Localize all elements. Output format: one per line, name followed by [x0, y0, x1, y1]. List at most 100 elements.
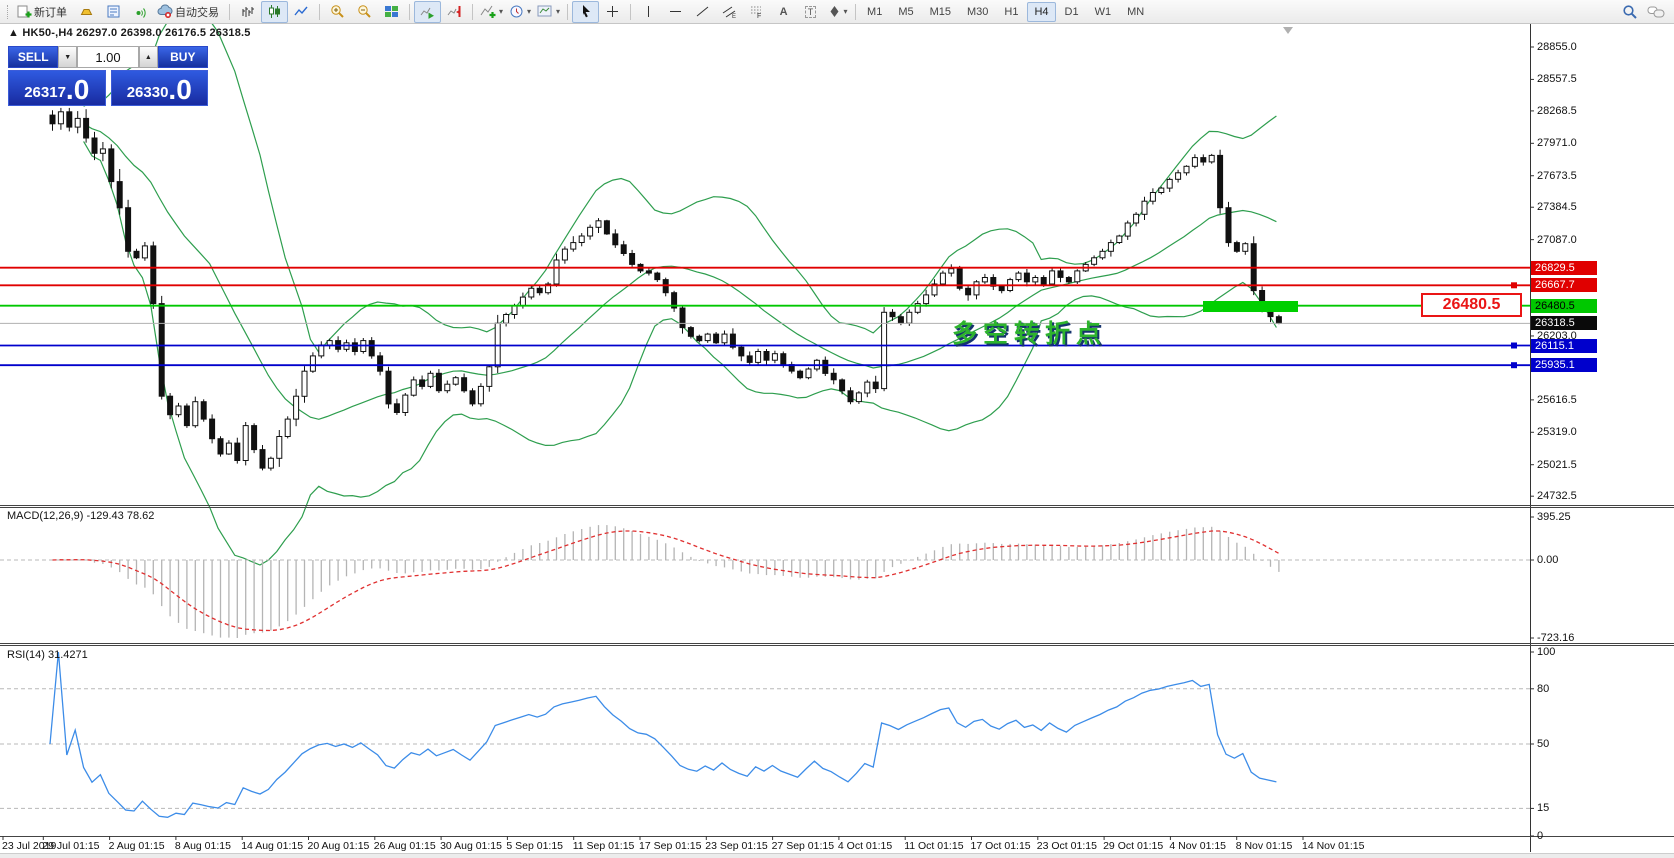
sell-price: 26317	[24, 84, 66, 101]
fibonacci-icon: F	[751, 6, 761, 19]
hline-handle-25935.1[interactable]	[1511, 362, 1517, 369]
trendline-tool-button[interactable]	[689, 1, 716, 23]
chat-button[interactable]	[1643, 1, 1670, 23]
bar-chart-mode-button[interactable]	[234, 1, 261, 23]
tile-windows-button[interactable]	[378, 1, 405, 23]
timeframe-h4[interactable]: H4	[1027, 1, 1056, 22]
separator	[472, 3, 473, 20]
indicators-button[interactable]	[477, 1, 506, 23]
rsi-line	[49, 651, 1277, 818]
buy-price-frac: .0	[168, 74, 192, 105]
hline-handle-26667.7[interactable]	[1511, 282, 1517, 289]
toolbar: 新订单 自动交易 ▾ ▾ ▾ E F A T ▾ M1 M5 M15 M30 H…	[0, 0, 1674, 24]
vertical-line-tool-button[interactable]	[635, 1, 662, 23]
depth-of-market-button[interactable]	[100, 1, 127, 23]
depth-of-market-icon	[107, 5, 120, 18]
timeframe-h1[interactable]: H1	[997, 2, 1025, 22]
auto-trading-label: 自动交易	[175, 6, 219, 19]
candlestick-mode-button[interactable]	[261, 0, 288, 23]
crosshair-button[interactable]	[599, 1, 626, 23]
text-label-icon: T	[804, 5, 817, 18]
rsi-indicator-label: RSI(14) 31.4271	[7, 649, 88, 661]
hline-handle-26115.1[interactable]	[1511, 342, 1517, 349]
symbol-marker-icon: ▲	[8, 27, 20, 39]
macd-histogram	[60, 525, 1280, 638]
indicators-icon	[480, 5, 496, 18]
volume-down-button[interactable]: ▼	[58, 46, 77, 68]
signals-button[interactable]	[127, 1, 154, 23]
auto-scroll-button[interactable]	[414, 0, 441, 23]
horizontal-line-tool-button[interactable]	[662, 1, 689, 23]
ohlc-open: 26297.0	[76, 27, 118, 39]
channel-icon: E	[722, 6, 736, 19]
candlestick-icon	[269, 5, 280, 18]
bottom-strip	[0, 853, 1674, 858]
text-tool-button[interactable]: A	[770, 1, 797, 23]
shapes-icon	[830, 6, 839, 17]
trendline-icon	[696, 6, 709, 17]
separator	[319, 3, 320, 20]
chart-plot[interactable]	[0, 0, 1674, 858]
zoom-out-button[interactable]	[351, 1, 378, 23]
volume-input[interactable]: 1.00	[76, 46, 140, 68]
timeframe-m15[interactable]: M15	[923, 2, 958, 22]
fibonacci-tool-button[interactable]: F	[743, 1, 770, 23]
new-order-icon	[17, 5, 32, 18]
timeframe-w1[interactable]: W1	[1088, 2, 1119, 22]
auto-trading-button[interactable]: 自动交易	[154, 1, 225, 23]
crosshair-icon	[607, 6, 619, 17]
symbol-period: HK50-,H4	[22, 27, 73, 39]
equidistant-channel-tool-button[interactable]: E	[716, 1, 743, 23]
timeframe-m1[interactable]: M1	[860, 2, 889, 22]
chart-title: ▲ HK50-,H4 26297.0 26398.0 26176.5 26318…	[8, 27, 251, 39]
buy-button[interactable]: BUY	[157, 46, 209, 68]
search-icon	[1622, 4, 1637, 19]
new-order-button[interactable]: 新订单	[14, 1, 73, 23]
cursor-button[interactable]	[572, 0, 600, 23]
timeframe-m30[interactable]: M30	[960, 2, 995, 22]
macd-name: MACD(12,26,9)	[7, 510, 84, 522]
bar-chart-icon	[242, 7, 254, 17]
horizontal-line-icon	[670, 11, 682, 12]
bollinger-lower	[83, 141, 1277, 566]
line-chart-icon	[294, 6, 308, 16]
ohlc-low: 26176.5	[165, 27, 207, 39]
chart-shift-icon	[447, 6, 461, 17]
buy-price: 26330	[126, 84, 169, 101]
search-button[interactable]	[1616, 1, 1643, 23]
turning-point-annotation: 多空转折点	[952, 320, 1108, 348]
one-click-trading-panel: SELL ▼ 1.00 ▲ BUY 26317.0 26330.0	[8, 46, 209, 106]
sell-price-frac: .0	[65, 74, 90, 105]
green-highlight-rect[interactable]	[1203, 301, 1298, 312]
template-icon	[537, 5, 552, 17]
gold-bar-button[interactable]	[73, 1, 100, 23]
chat-icon	[1647, 6, 1664, 17]
chart-shift-marker-icon	[1283, 27, 1293, 34]
rsi-name: RSI(14)	[7, 649, 45, 661]
volume-up-button[interactable]: ▲	[139, 46, 158, 68]
vertical-line-icon	[648, 6, 650, 17]
timeframe-d1[interactable]: D1	[1058, 2, 1086, 22]
zoom-in-icon	[331, 5, 344, 18]
timeframe-group: M1 M5 M15 M30 H1 H4 D1 W1 MN	[860, 1, 1151, 22]
toolbar-grip	[7, 4, 11, 19]
chart-shift-button[interactable]	[441, 1, 468, 23]
macd-main-value: -129.43	[86, 510, 124, 522]
templates-button[interactable]	[534, 1, 563, 23]
svg-text:F: F	[757, 13, 761, 19]
sell-button[interactable]: SELL	[8, 46, 59, 68]
shapes-tool-button[interactable]	[824, 1, 851, 23]
signals-icon	[136, 8, 146, 18]
timeframe-m5[interactable]: M5	[891, 2, 920, 22]
sell-price-box[interactable]: 26317.0	[8, 70, 106, 106]
macd-signal-value: 78.62	[126, 510, 155, 522]
zoom-in-button[interactable]	[324, 1, 351, 23]
separator	[229, 3, 230, 20]
gold-bar-icon	[80, 9, 93, 15]
price-tag-26480: 26480.5	[1421, 293, 1522, 317]
periods-button[interactable]	[506, 1, 534, 23]
line-chart-mode-button[interactable]	[288, 1, 315, 23]
text-label-tool-button[interactable]: T	[797, 1, 824, 23]
timeframe-mn[interactable]: MN	[1120, 2, 1151, 22]
buy-price-box[interactable]: 26330.0	[110, 70, 208, 106]
